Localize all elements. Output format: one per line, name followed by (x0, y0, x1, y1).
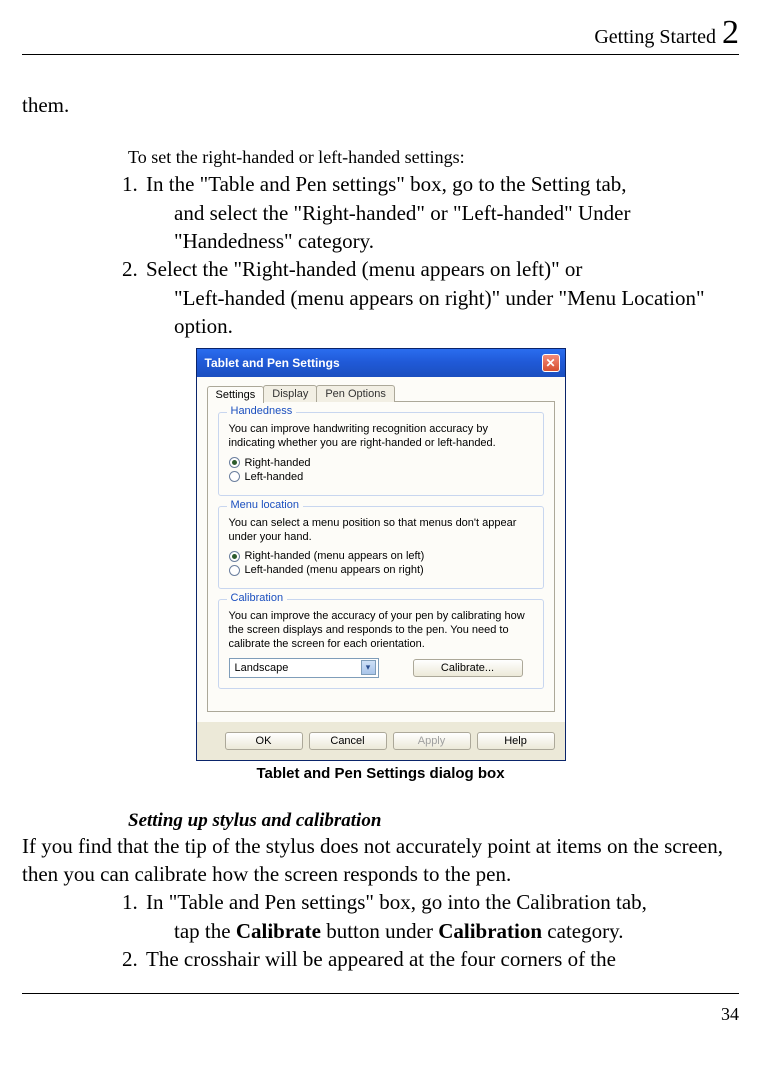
tab-settings[interactable]: Settings (207, 386, 265, 403)
group-desc: You can improve the accuracy of your pen… (229, 610, 533, 651)
chevron-down-icon: ▾ (361, 660, 376, 675)
radio-left-handed[interactable]: Left-handed (229, 471, 533, 483)
steps-b: 1. In "Table and Pen settings" box, go i… (122, 888, 739, 973)
radio-label: Left-handed (245, 471, 304, 483)
page-footer: 34 (22, 993, 739, 1025)
step-number: 1. (122, 888, 146, 945)
dialog-figure: Tablet and Pen Settings ✕ Settings Displ… (22, 348, 739, 760)
combo-value: Landscape (235, 662, 289, 674)
group-legend: Calibration (227, 592, 288, 604)
orientation-combo[interactable]: Landscape ▾ (229, 658, 379, 678)
intro-line: To set the right-handed or left-handed s… (128, 147, 739, 168)
ok-button[interactable]: OK (225, 732, 303, 750)
paragraph-calibration: If you find that the tip of the stylus d… (22, 832, 739, 889)
step-text-cont: and select the "Right-handed" or "Left-h… (146, 199, 739, 256)
step-text: In the "Table and Pen settings" box, go … (146, 172, 627, 196)
step-text: The crosshair will be appeared at the fo… (146, 947, 616, 971)
radio-menu-right[interactable]: Left-handed (menu appears on right) (229, 564, 533, 576)
step-text: Select the "Right-handed (menu appears o… (146, 257, 582, 281)
header-title: Getting Started (594, 26, 716, 49)
group-desc: You can select a menu position so that m… (229, 517, 533, 545)
step-text: In "Table and Pen settings" box, go into… (146, 890, 647, 914)
radio-menu-left[interactable]: Right-handed (menu appears on left) (229, 550, 533, 562)
apply-button[interactable]: Apply (393, 732, 471, 750)
page-number: 34 (721, 1004, 739, 1024)
steps-a: 1. In the "Table and Pen settings" box, … (122, 170, 739, 340)
fragment-top: them. (22, 91, 739, 119)
group-legend: Handedness (227, 405, 297, 417)
tab-pane: Handedness You can improve handwriting r… (207, 401, 555, 711)
radio-right-handed[interactable]: Right-handed (229, 457, 533, 469)
step-number: 1. (122, 170, 146, 255)
radio-icon (229, 471, 240, 482)
radio-label: Left-handed (menu appears on right) (245, 564, 424, 576)
tablet-pen-settings-dialog: Tablet and Pen Settings ✕ Settings Displ… (196, 348, 566, 760)
dialog-title: Tablet and Pen Settings (205, 356, 340, 370)
radio-label: Right-handed (245, 457, 311, 469)
list-item: 1. In the "Table and Pen settings" box, … (122, 170, 739, 255)
step-text-cont: "Left-handed (menu appears on right)" un… (146, 284, 739, 341)
group-handedness: Handedness You can improve handwriting r… (218, 412, 544, 496)
help-button[interactable]: Help (477, 732, 555, 750)
close-icon[interactable]: ✕ (542, 354, 560, 372)
group-legend: Menu location (227, 499, 304, 511)
figure-caption: Tablet and Pen Settings dialog box (22, 765, 739, 782)
radio-icon (229, 565, 240, 576)
radio-label: Right-handed (menu appears on left) (245, 550, 425, 562)
radio-icon (229, 457, 240, 468)
step-number: 2. (122, 255, 146, 340)
radio-icon (229, 551, 240, 562)
list-item: 2. Select the "Right-handed (menu appear… (122, 255, 739, 340)
group-menu-location: Menu location You can select a menu posi… (218, 506, 544, 590)
dialog-tabs: Settings Display Pen Options (207, 385, 555, 402)
tab-display[interactable]: Display (263, 385, 317, 402)
list-item: 2. The crosshair will be appeared at the… (122, 945, 739, 973)
step-text-cont: tap the Calibrate button under Calibrati… (146, 917, 739, 945)
tab-pen-options[interactable]: Pen Options (316, 385, 395, 402)
group-calibration: Calibration You can improve the accuracy… (218, 599, 544, 688)
chapter-number: 2 (722, 16, 739, 50)
step-number: 2. (122, 945, 146, 973)
dialog-button-row: OK Cancel Apply Help (197, 722, 565, 760)
calibrate-button[interactable]: Calibrate... (413, 659, 523, 677)
page-header: Getting Started 2 (22, 16, 739, 55)
dialog-titlebar: Tablet and Pen Settings ✕ (197, 349, 565, 377)
subheading-calibration: Setting up stylus and calibration (128, 810, 739, 832)
group-desc: You can improve handwriting recognition … (229, 423, 533, 451)
cancel-button[interactable]: Cancel (309, 732, 387, 750)
list-item: 1. In "Table and Pen settings" box, go i… (122, 888, 739, 945)
